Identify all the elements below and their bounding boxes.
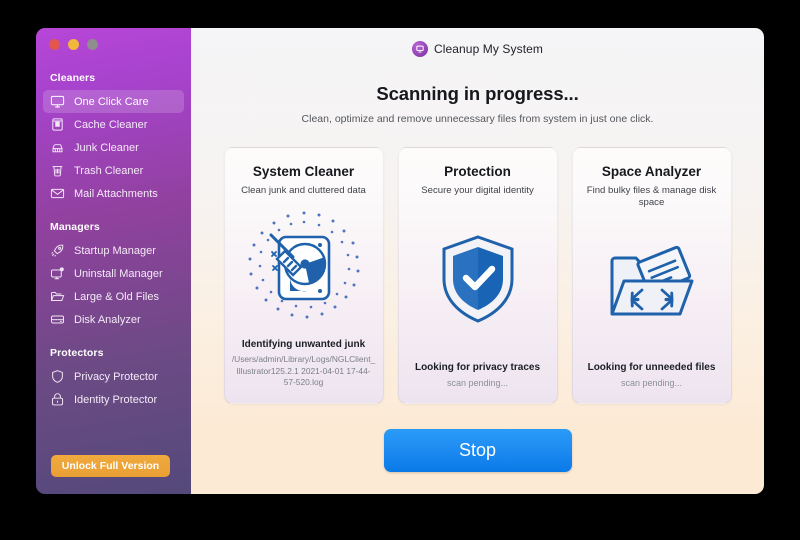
card-subtitle: Secure your digital identity <box>421 185 534 196</box>
sidebar-item-mail-attachments[interactable]: Mail Attachments <box>43 182 184 205</box>
sidebar-item-label: Trash Cleaner <box>74 164 144 177</box>
brand-row: Cleanup My System <box>411 41 544 57</box>
sidebar-item-uninstall-manager[interactable]: Uninstall Manager <box>43 262 184 285</box>
card-space-analyzer[interactable]: Space Analyzer Find bulky files & manage… <box>571 147 732 404</box>
card-title: Protection <box>444 164 511 179</box>
sidebar-item-label: Identity Protector <box>74 393 158 406</box>
disk-icon <box>50 312 65 327</box>
minimize-button[interactable] <box>68 39 79 50</box>
sidebar-item-one-click-care[interactable]: One Click Care <box>43 90 184 113</box>
sidebar-item-large-old-files[interactable]: Large & Old Files <box>43 285 184 308</box>
card-system-cleaner[interactable]: System Cleaner Clean junk and cluttered … <box>223 147 384 404</box>
card-footer: Identifying unwanted junk /Users/admin/L… <box>225 339 383 403</box>
rocket-icon <box>50 243 65 258</box>
sidebar-section-cleaners-label: Cleaners <box>50 72 96 84</box>
sidebar-item-label: Privacy Protector <box>74 370 158 383</box>
sidebar-item-trash-cleaner[interactable]: Trash Cleaner <box>43 159 184 182</box>
cleanup-app-icon <box>411 41 428 57</box>
card-detail-path: /Users/admin/Library/Logs/NGLClient_Illu… <box>231 354 376 388</box>
shield-check-icon <box>399 197 557 362</box>
card-detail-pending: scan pending... <box>620 377 683 388</box>
sidebar-item-junk-cleaner[interactable]: Junk Cleaner <box>43 136 184 159</box>
folder-expand-icon <box>573 208 731 362</box>
card-subtitle: Find bulky files & manage disk space <box>586 185 717 208</box>
sidebar-item-startup-manager[interactable]: Startup Manager <box>43 239 184 262</box>
hard-drive-broom-icon <box>225 197 383 340</box>
cache-icon <box>50 117 65 132</box>
card-footer: Looking for privacy traces scan pending.… <box>399 362 557 403</box>
lock-icon <box>50 392 65 407</box>
sidebar: Cleaners One Click Care Cache Cleaner Ju… <box>36 28 191 494</box>
sidebar-item-label: Cache Cleaner <box>74 118 148 131</box>
close-button[interactable] <box>49 39 60 50</box>
scan-cards: System Cleaner Clean junk and cluttered … <box>223 147 732 404</box>
app-window: Cleaners One Click Care Cache Cleaner Ju… <box>36 28 764 494</box>
sidebar-item-privacy-protector[interactable]: Privacy Protector <box>43 365 184 388</box>
brand-title: Cleanup My System <box>433 42 544 56</box>
card-status: Looking for privacy traces <box>414 361 541 373</box>
monitor-gear-icon <box>50 266 65 281</box>
sidebar-item-disk-analyzer[interactable]: Disk Analyzer <box>43 308 184 331</box>
sidebar-item-cache-cleaner[interactable]: Cache Cleaner <box>43 113 184 136</box>
sidebar-item-label: One Click Care <box>74 95 149 108</box>
monitor-icon <box>50 94 65 109</box>
card-status: Looking for unneeded files <box>587 361 716 373</box>
traffic-lights <box>36 28 191 50</box>
card-protection[interactable]: Protection Secure your digital identity … <box>397 147 558 404</box>
sidebar-item-identity-protector[interactable]: Identity Protector <box>43 388 184 411</box>
stop-button[interactable]: Stop <box>383 429 572 472</box>
shield-icon <box>50 369 65 384</box>
sidebar-item-label: Startup Manager <box>74 244 156 257</box>
folder-icon <box>50 289 65 304</box>
sidebar-item-label: Large & Old Files <box>74 290 159 303</box>
trash-icon <box>50 163 65 178</box>
sidebar-section-protectors-label: Protectors <box>50 347 104 359</box>
card-status: Identifying unwanted junk <box>241 339 366 351</box>
sidebar-item-label: Mail Attachments <box>74 187 158 200</box>
sidebar-item-label: Junk Cleaner <box>74 141 139 154</box>
broom-icon <box>50 140 65 155</box>
main-content: Cleanup My System Scanning in progress..… <box>191 28 764 494</box>
card-subtitle: Clean junk and cluttered data <box>241 185 366 196</box>
page-title: Scanning in progress... <box>376 83 579 104</box>
zoom-button[interactable] <box>87 39 98 50</box>
unlock-full-version-button[interactable]: Unlock Full Version <box>51 455 170 477</box>
sidebar-item-label: Disk Analyzer <box>74 313 141 326</box>
card-detail-pending: scan pending... <box>446 377 509 388</box>
envelope-icon <box>50 186 65 201</box>
card-footer: Looking for unneeded files scan pending.… <box>573 362 731 403</box>
page-subtitle: Clean, optimize and remove unnecessary f… <box>301 113 654 125</box>
card-title: System Cleaner <box>252 164 355 179</box>
card-title: Space Analyzer <box>601 164 702 179</box>
sidebar-item-label: Uninstall Manager <box>74 267 163 280</box>
sidebar-section-managers-label: Managers <box>50 221 100 233</box>
